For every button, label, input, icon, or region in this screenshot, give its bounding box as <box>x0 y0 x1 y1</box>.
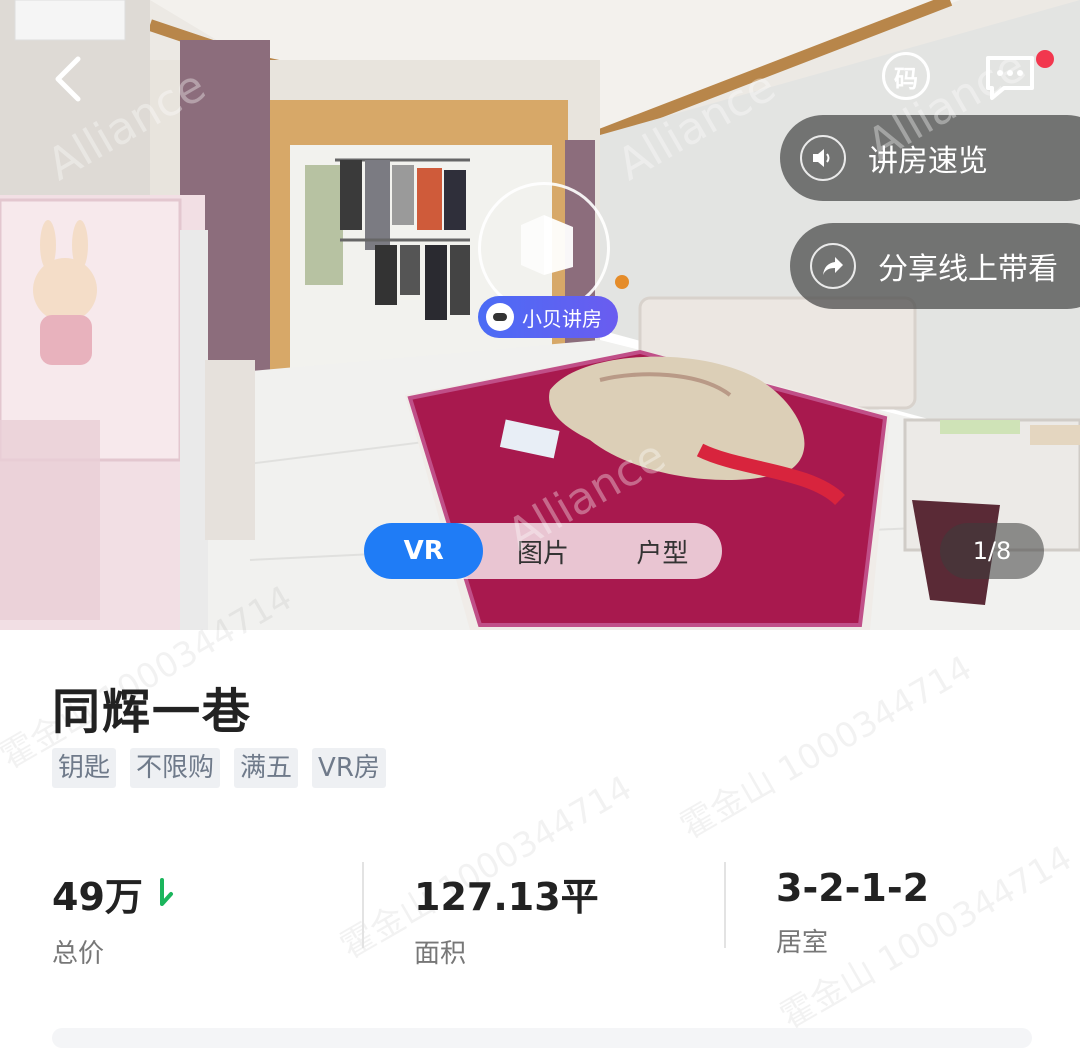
speaker-icon <box>800 135 846 181</box>
layout-label: 居室 <box>776 928 829 958</box>
audio-tour-label: 讲房速览 <box>868 144 988 179</box>
share-arrow-icon <box>810 243 856 289</box>
listing-photo-area[interactable]: 码 讲房速览 分享线上带看 小贝讲房 VR 图片 户型 1/8 Alliance… <box>0 0 1080 630</box>
total-price-value: 49万 <box>52 875 143 919</box>
audio-tour-button[interactable]: 讲房速览 <box>780 115 1080 201</box>
user-watermark: 霍金山 1000344714 <box>673 647 979 848</box>
share-tour-button[interactable]: 分享线上带看 <box>790 223 1080 309</box>
qr-code-label: 码 <box>894 64 918 93</box>
stat-area: 127.13平 面积 <box>414 866 599 970</box>
qr-code-button[interactable]: 码 <box>882 52 930 100</box>
area-value: 127.13平 <box>414 875 599 919</box>
stat-divider <box>362 862 364 948</box>
tab-vr[interactable]: VR <box>364 523 484 579</box>
listing-title: 同辉一巷 <box>52 684 253 740</box>
price-down-arrow-icon <box>159 877 173 906</box>
chevron-left-icon <box>55 56 81 102</box>
next-card-peek <box>52 1028 1032 1048</box>
tag-vr-house: VR房 <box>312 748 386 788</box>
tag-no-purchase-limit: 不限购 <box>130 748 221 788</box>
stat-divider <box>724 862 726 948</box>
stat-layout: 3-2-1-2 居室 <box>776 866 929 959</box>
layout-value: 3-2-1-2 <box>776 866 930 910</box>
vr-entry-button[interactable] <box>478 182 610 314</box>
listing-tags: 钥匙 不限购 满五 VR房 <box>52 748 386 788</box>
tab-photos[interactable]: 图片 <box>483 523 602 579</box>
media-tabs: VR 图片 户型 <box>364 523 722 579</box>
vr-cube-icon <box>521 215 573 275</box>
tag-key: 钥匙 <box>52 748 117 788</box>
stat-total-price: 49万 总价 <box>52 866 175 970</box>
back-button[interactable] <box>40 45 100 109</box>
photo-pager: 1/8 <box>940 523 1044 579</box>
tag-over-five-years: 满五 <box>234 748 299 788</box>
chat-bubble-icon <box>986 56 1034 100</box>
agent-explain-badge[interactable]: 小贝讲房 <box>478 296 618 338</box>
share-tour-label: 分享线上带看 <box>878 252 1058 287</box>
tab-floorplan[interactable]: 户型 <box>603 523 722 579</box>
unread-dot <box>1036 50 1054 68</box>
agent-explain-label: 小贝讲房 <box>522 306 602 331</box>
total-price-label: 总价 <box>52 939 105 969</box>
area-label: 面积 <box>414 939 467 969</box>
robot-icon <box>486 303 514 331</box>
message-button[interactable] <box>982 50 1038 106</box>
